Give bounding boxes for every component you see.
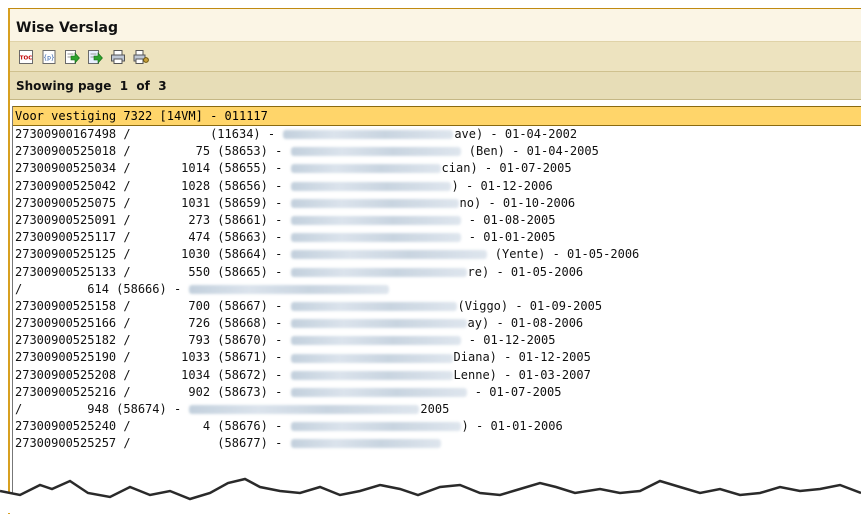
redacted-name — [189, 405, 420, 415]
redacted-name — [290, 216, 461, 226]
report-row: 27300900525216 / 902 (58673) - - 01-07-2… — [13, 384, 861, 401]
row-text-prefix: 27300900525182 / 793 (58670) - — [15, 333, 290, 348]
row-text-prefix: 27300900525042 / 1028 (58656) - — [15, 178, 290, 193]
row-text-prefix: 27300900167498 / (11634) - — [15, 127, 283, 141]
report-row: / 614 (58666) - — [13, 281, 861, 298]
report-row: 27300900525042 / 1028 (58656) - ) - 01-1… — [13, 178, 861, 195]
page-number-icon[interactable]: {p} — [41, 49, 57, 65]
torn-edge-decoration — [0, 477, 861, 513]
report-row: 27300900525240 / 4 (58676) - ) - 01-01-2… — [13, 418, 861, 435]
report-content[interactable]: Voor vestiging 7322 [14VM] - 011117 2730… — [12, 106, 861, 506]
row-text-prefix: 27300900525125 / 1030 (58664) - — [15, 247, 290, 262]
redacted-name — [290, 301, 457, 311]
window-titlebar: Wise Verslag — [10, 9, 861, 42]
redacted-name — [290, 422, 461, 432]
report-row: 27300900525125 / 1030 (58664) - (Yente) … — [13, 246, 861, 263]
redacted-name — [290, 336, 461, 346]
report-row: / 948 (58674) - 2005 — [13, 401, 861, 418]
svg-text:{p}: {p} — [43, 54, 55, 61]
redacted-name — [290, 267, 467, 277]
window-title: Wise Verslag — [16, 20, 119, 36]
row-text-suffix: ave) - 01-04-2002 — [454, 127, 578, 141]
redacted-name — [283, 130, 454, 140]
report-row: 27300900525190 / 1033 (58671) - Diana) -… — [13, 349, 861, 366]
report-row: 27300900525018 / 75 (58653) - (Ben) - 01… — [13, 143, 861, 160]
report-row: 27300900525117 / 474 (58663) - - 01-01-2… — [13, 229, 861, 246]
redacted-name — [189, 284, 390, 294]
row-text-suffix: ) - 01-12-2006 — [451, 178, 553, 193]
print-setup-icon[interactable] — [133, 49, 149, 65]
row-text-prefix: 27300900525133 / 550 (58665) - — [15, 264, 290, 279]
export-all-icon[interactable] — [87, 49, 103, 65]
report-row: 27300900525133 / 550 (58665) - re) - 01-… — [13, 264, 861, 281]
row-text-suffix: - 01-12-2005 — [461, 333, 556, 348]
row-text-prefix: 27300900525091 / 273 (58661) - — [15, 212, 290, 227]
row-text-prefix: 27300900525075 / 1031 (58659) - — [15, 195, 290, 210]
print-icon[interactable] — [110, 49, 126, 65]
row-text-suffix: Diana) - 01-12-2005 — [453, 350, 591, 365]
report-row: 27300900525158 / 700 (58667) - (Viggo) -… — [13, 298, 861, 315]
row-text-suffix: cian) - 01-07-2005 — [441, 161, 572, 176]
redacted-name — [290, 387, 467, 397]
row-text-suffix: (Yente) - 01-05-2006 — [487, 247, 640, 262]
group-header-row: Voor vestiging 7322 [14VM] - 011117 — [13, 106, 861, 126]
row-text-suffix: no) - 01-10-2006 — [459, 195, 576, 210]
report-toolbar: TOC {p} — [10, 42, 861, 72]
redacted-name — [290, 147, 461, 157]
row-text-prefix: 27300900525257 / (58677) - — [15, 436, 290, 451]
page-indicator: Showing page 1 of 3 — [16, 78, 167, 93]
redacted-name — [290, 198, 459, 208]
report-row: 27300900525166 / 726 (58668) - ay) - 01-… — [13, 315, 861, 332]
redacted-name — [290, 181, 451, 191]
row-text-prefix: 27300900525034 / 1014 (58655) - — [15, 161, 290, 176]
redacted-name — [290, 370, 453, 380]
row-text-prefix: / 948 (58674) - — [15, 402, 189, 416]
report-row: 27300900525257 / (58677) - — [13, 435, 861, 452]
redacted-name — [290, 233, 461, 243]
report-window: Wise Verslag TOC {p} Showing page 1 of 3… — [8, 8, 861, 514]
row-text-suffix: (Viggo) - 01-09-2005 — [457, 298, 603, 313]
row-text-prefix: 27300900525166 / 726 (58668) - — [15, 316, 290, 331]
row-text-prefix: 27300900525216 / 902 (58673) - — [15, 384, 290, 399]
toc-icon[interactable]: TOC — [18, 49, 34, 65]
export-icon[interactable] — [64, 49, 80, 65]
row-text-prefix: 27300900525117 / 474 (58663) - — [15, 230, 290, 245]
row-text-prefix: 27300900525208 / 1034 (58672) - — [15, 367, 290, 382]
row-text-prefix: 27300900525018 / 75 (58653) - — [15, 144, 290, 159]
report-row: 27300900525034 / 1014 (58655) - cian) - … — [13, 160, 861, 177]
report-row: 27300900525091 / 273 (58661) - - 01-08-2… — [13, 212, 861, 229]
row-text-suffix: - 01-07-2005 — [467, 384, 562, 399]
redacted-name — [290, 353, 453, 363]
row-text-suffix: - 01-01-2005 — [461, 230, 556, 245]
row-text-prefix: 27300900525158 / 700 (58667) - — [15, 298, 290, 313]
report-row: 27300900525075 / 1031 (58659) - no) - 01… — [13, 195, 861, 212]
report-row: 27300900525182 / 793 (58670) - - 01-12-2… — [13, 332, 861, 349]
report-row: 27300900167498 / (11634) - ave) - 01-04-… — [13, 126, 861, 143]
row-text-suffix: ay) - 01-08-2006 — [467, 316, 584, 331]
row-text-prefix: / 614 (58666) - — [15, 281, 189, 296]
row-text-suffix: ) - 01-01-2006 — [461, 419, 563, 434]
redacted-name — [290, 164, 441, 174]
row-text-suffix: 2005 — [420, 402, 450, 416]
redacted-name — [290, 439, 441, 449]
row-text-suffix: - 01-08-2005 — [461, 212, 556, 227]
redacted-name — [290, 250, 487, 260]
row-text-suffix: Lenne) - 01-03-2007 — [453, 367, 591, 382]
row-text-suffix: (Ben) - 01-04-2005 — [461, 144, 599, 159]
row-text-suffix: re) - 01-05-2006 — [467, 264, 584, 279]
redacted-name — [290, 319, 467, 329]
report-row: 27300900525208 / 1034 (58672) - Lenne) -… — [13, 367, 861, 384]
row-text-prefix: 27300900525190 / 1033 (58671) - — [15, 350, 290, 365]
report-rows: 27300900167498 / (11634) - ave) - 01-04-… — [13, 126, 861, 453]
svg-text:TOC: TOC — [20, 55, 32, 61]
pager-bar: Showing page 1 of 3 — [10, 72, 861, 100]
row-text-prefix: 27300900525240 / 4 (58676) - — [15, 419, 290, 434]
